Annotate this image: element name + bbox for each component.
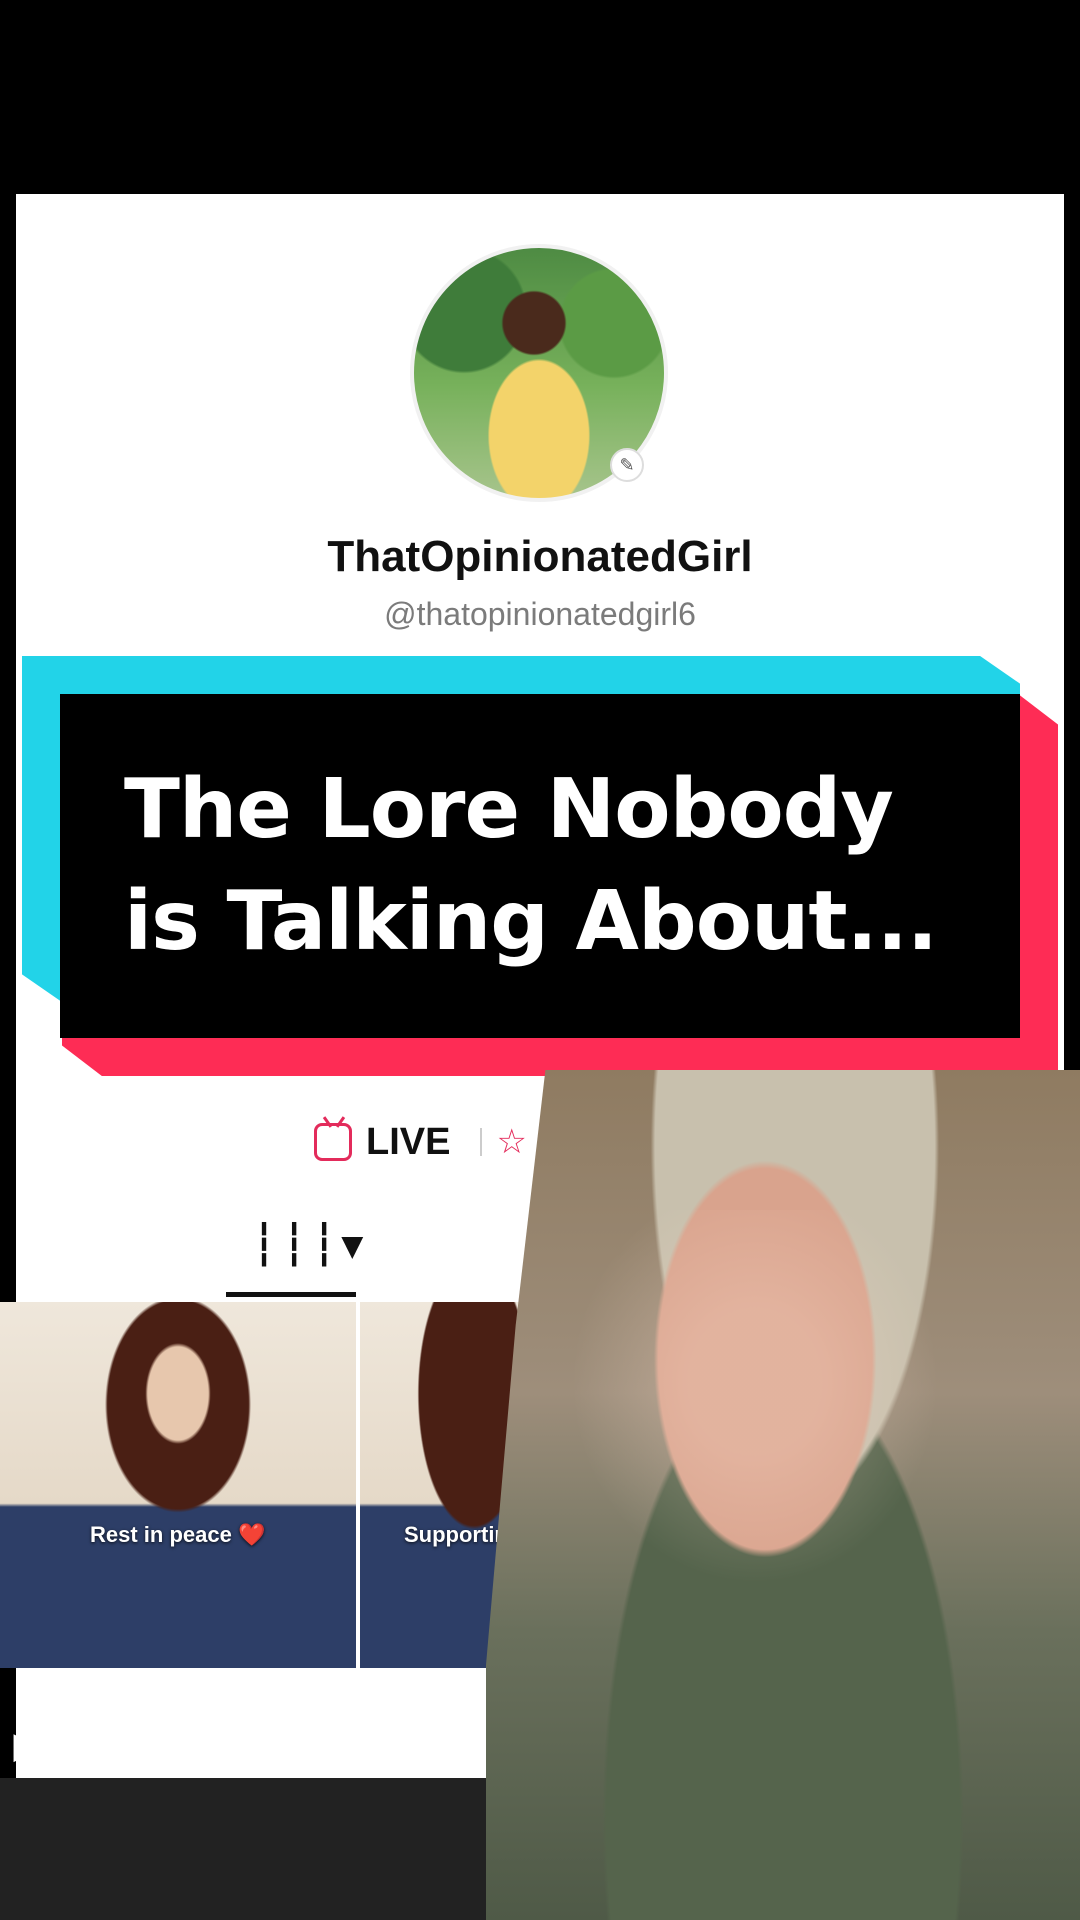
reaction-video-highlight: [520, 1210, 990, 1640]
profile-handle: @thatopinionatedgirl6: [384, 596, 696, 632]
live-tab-row[interactable]: LIVE ☆: [314, 1118, 527, 1166]
top-black-bar: [0, 0, 1080, 194]
display-name: ThatOpinionatedGirl: [327, 532, 753, 581]
tab-divider: [480, 1128, 483, 1156]
play-count: ▷ 33: [14, 1726, 87, 1766]
headline-text: The Lore Nobody is Talking About...: [124, 762, 938, 969]
grid-icon[interactable]: ┆┆┆▾: [252, 1222, 368, 1268]
live-icon: [314, 1123, 352, 1161]
video-thumbnail[interactable]: [0, 1302, 356, 1668]
live-label: LIVE: [366, 1120, 451, 1163]
headline-banner: The Lore Nobody is Talking About...: [60, 694, 1020, 1038]
play-count-value: 33: [49, 1727, 88, 1765]
edit-avatar-icon[interactable]: ✎: [610, 448, 644, 482]
play-icon: ▷: [14, 1727, 50, 1765]
active-tab-underline: [226, 1292, 356, 1297]
fav-icon[interactable]: ☆: [496, 1122, 526, 1162]
video-caption: Rest in peace ❤️: [90, 1522, 266, 1547]
